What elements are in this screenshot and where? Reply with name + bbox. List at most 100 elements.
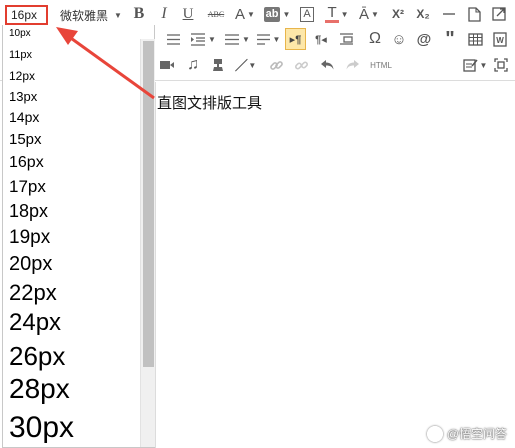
format-painter-button[interactable] [209,53,227,77]
align-justify-button[interactable] [164,27,182,51]
document-icon [467,6,481,22]
indent-button[interactable]: ▼ [188,27,218,51]
chevron-down-icon: ▼ [247,9,255,19]
edit-document-icon [462,59,478,72]
font-size-option-16px[interactable]: 16px [9,155,44,171]
indent-icon [191,32,206,46]
horizontal-line-button[interactable] [441,2,457,26]
insert-link-button[interactable] [267,53,285,77]
text-color-icon: T [325,3,339,23]
quote-icon: " [445,27,455,50]
font-family-select[interactable]: 微软雅黑 ▼ [60,5,122,25]
font-size-value: 16px [11,8,38,22]
font-size-option-24px[interactable]: 24px [9,311,61,335]
paragraph-spacing-button[interactable]: ▼ [254,27,282,51]
chevron-down-icon: ▼ [479,60,488,70]
paragraph-spacing-icon [256,33,270,45]
subscript-icon: X₂ [416,7,430,21]
redo-button[interactable] [343,53,361,77]
preview-button[interactable] [492,53,510,77]
font-size-option-11px[interactable]: 11px [9,50,32,61]
editor-content-area[interactable]: 直图文排版工具 [155,82,515,448]
chevron-down-icon: ▼ [340,9,349,19]
rtl-direction-button[interactable]: ¶◂ [312,27,330,51]
italic-button[interactable]: I [157,2,171,26]
font-size-option-22px[interactable]: 22px [9,282,57,304]
insert-table-button[interactable] [466,27,484,51]
chevron-down-icon: ▼ [242,34,250,44]
chevron-down-icon: ▼ [208,34,216,44]
font-size-option-12px[interactable]: 12px [9,70,35,82]
line-spacing-icon [225,33,240,45]
clear-format-button[interactable]: │ ▼ [233,53,261,77]
insert-music-button[interactable]: ♫ [184,53,202,77]
font-size-option-13px[interactable]: 13px [9,90,37,103]
link-at-button[interactable]: @ [415,27,433,51]
at-icon: @ [416,30,432,48]
watermark-logo-icon [426,425,443,442]
font-size-option-30px[interactable]: 30px [9,413,74,443]
font-size-option-18px[interactable]: 18px [9,202,48,220]
font-size-option-28px[interactable]: 28px [9,375,70,403]
quote-button[interactable]: " [441,27,459,51]
font-color-icon: A [235,5,246,23]
strikethrough-icon: ABC [207,9,225,19]
text-border-icon: A [300,6,314,22]
format-painter-icon [213,59,223,71]
horizontal-line-icon [443,13,455,15]
underline-icon: U [182,5,194,22]
superscript-button[interactable]: X² [389,2,407,26]
highlight-icon: ab [263,6,281,22]
highlight-color-button[interactable]: ab ▼ [262,2,292,26]
block-quote-button[interactable] [337,27,355,51]
chevron-down-icon: ▼ [114,10,122,20]
font-size-option-14px[interactable]: 14px [9,110,39,124]
preview-icon [494,58,508,72]
font-color-line-button[interactable]: T ▼ [322,2,352,26]
emoticon-button[interactable]: ☺ [390,27,408,51]
html-source-button[interactable]: HTML [368,53,394,77]
dropdown-scrollbar-thumb[interactable] [143,41,154,367]
new-document-button[interactable] [466,2,482,26]
underline-button[interactable]: U [180,2,196,26]
rtl-direction-icon: ¶◂ [315,33,327,46]
text-effect-button[interactable]: Ā ▼ [356,2,382,26]
fullscreen-button[interactable] [491,2,507,26]
word-import-button[interactable]: W [491,27,509,51]
font-size-option-17px[interactable]: 17px [9,178,46,195]
font-size-option-15px[interactable]: 15px [9,132,42,147]
magic-wand-icon: │ [233,56,251,74]
bold-button[interactable]: B [131,2,147,26]
table-icon [467,32,483,46]
ltr-direction-button[interactable]: ▸¶ [285,28,306,50]
dropdown-scrollbar[interactable] [140,39,155,447]
editor-paragraph[interactable]: 直图文排版工具 [157,92,262,113]
superscript-icon: X² [392,7,404,21]
strikethrough-button[interactable]: ABC [205,2,227,26]
edit-template-button[interactable]: ▼ [462,53,488,77]
font-size-option-19px[interactable]: 19px [9,228,50,247]
music-icon: ♫ [187,56,199,73]
font-family-value: 微软雅黑 [60,8,109,23]
line-spacing-button[interactable]: ▼ [222,27,252,51]
ltr-direction-icon: ▸¶ [289,33,302,46]
undo-button[interactable] [318,53,336,77]
font-size-option-10px[interactable]: 10px [9,29,31,39]
chevron-down-icon: ▼ [371,9,379,19]
font-size-select[interactable]: 16px [5,5,48,25]
font-size-option-20px[interactable]: 20px [9,254,52,274]
omega-icon: Ω [369,30,381,47]
smiley-icon: ☺ [391,30,407,48]
subscript-button[interactable]: X₂ [414,2,432,26]
special-char-button[interactable]: Ω [366,27,384,51]
text-border-button[interactable]: A [298,2,316,26]
insert-video-button[interactable] [158,53,176,77]
unlink-button[interactable] [292,53,310,77]
chevron-down-icon: ▼ [282,9,291,19]
word-document-icon: W [493,31,507,47]
font-color-button[interactable]: A ▼ [233,2,257,26]
font-size-option-26px[interactable]: 26px [9,343,65,369]
fullscreen-icon [492,7,506,21]
block-icon [339,33,353,45]
font-size-dropdown: 10px 11px 12px 13px 14px 15px 16px 17px 18px 19px… [2,25,155,448]
